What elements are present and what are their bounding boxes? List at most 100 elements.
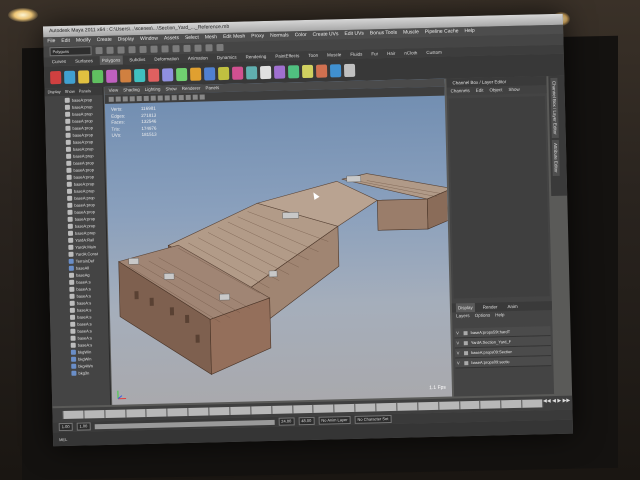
shelf-tab[interactable]: Muscle xyxy=(325,50,343,59)
shelf-tool-icon[interactable] xyxy=(273,65,286,79)
menu-item[interactable]: Window xyxy=(140,35,158,44)
layer-menu-item[interactable]: Layers xyxy=(456,312,470,320)
layer-name: YardA:Section_Yard_F xyxy=(470,339,512,346)
shelf-tab[interactable]: Custom xyxy=(424,48,444,57)
snap-point-icon[interactable] xyxy=(183,44,191,52)
shelf-tool-icon[interactable] xyxy=(301,64,314,78)
shelf-tool-icon[interactable] xyxy=(231,66,244,80)
menu-item[interactable]: Edit xyxy=(61,37,70,46)
outliner-menu-item[interactable]: Show xyxy=(65,88,75,96)
visibility-toggle[interactable]: V xyxy=(454,330,460,335)
menu-item[interactable]: Muscle xyxy=(403,28,419,37)
shelf-tool-icon[interactable] xyxy=(343,63,356,77)
outliner-item-label: baseA:s xyxy=(77,335,93,341)
range-inner-start-field[interactable]: 1.00 xyxy=(76,422,91,431)
character-set-selector[interactable]: No Character Set xyxy=(354,415,392,424)
outliner-item[interactable]: bkg3n xyxy=(51,369,109,377)
maya-window: Autodesk Maya 2011 x64 : C:\Users\...\sc… xyxy=(42,13,574,447)
new-scene-icon[interactable] xyxy=(95,46,103,55)
channel-box-menu-item[interactable]: Channels xyxy=(451,87,470,95)
menu-item[interactable]: Display xyxy=(118,35,135,44)
shelf-tab[interactable]: Fluids xyxy=(348,50,364,59)
anim-layer-selector[interactable]: No Anim Layer xyxy=(318,416,351,425)
layer-menu-item[interactable]: Help xyxy=(495,311,504,319)
range-end-field[interactable]: 48.00 xyxy=(298,416,315,426)
menu-set-selector[interactable]: Polygons xyxy=(49,46,92,57)
shelf-tab[interactable]: Toon xyxy=(306,51,320,60)
shelf-tool-icon[interactable] xyxy=(106,69,118,83)
render-settings-icon[interactable] xyxy=(216,44,224,52)
menu-item[interactable]: Normals xyxy=(270,31,289,40)
select-by-hierarchy-icon[interactable] xyxy=(128,46,136,54)
mesh-icon xyxy=(66,160,72,166)
outliner-item-label: baseA:prop xyxy=(71,104,93,110)
layer-menu-item[interactable]: Options xyxy=(475,312,491,320)
layer-tab[interactable]: Render xyxy=(481,302,500,311)
snap-curve-icon[interactable] xyxy=(172,45,180,53)
channel-box-menu-item[interactable]: Show xyxy=(508,86,519,94)
visibility-toggle[interactable]: V xyxy=(455,350,461,355)
outliner-menu-item[interactable]: Display xyxy=(47,88,60,96)
shelf-tool-icon[interactable] xyxy=(134,68,146,82)
fps-readout: 1.1 Fps xyxy=(429,384,446,392)
shelf-tool-icon[interactable] xyxy=(50,70,62,84)
menu-item[interactable]: Mesh xyxy=(205,33,217,42)
layer-color-swatch[interactable] xyxy=(463,330,468,335)
playback-controls[interactable]: ◀◀ ◀ ▶ ▶▶ xyxy=(543,398,570,405)
menu-item[interactable]: Assets xyxy=(164,34,179,43)
shelf-tool-icon[interactable] xyxy=(259,65,272,79)
channel-box-body[interactable] xyxy=(448,96,550,299)
shelf-tool-icon[interactable] xyxy=(175,67,188,81)
mesh-icon xyxy=(69,300,75,306)
ipr-render-icon[interactable] xyxy=(205,44,213,52)
shelf-tab[interactable]: Fur xyxy=(369,49,380,58)
shelf-tool-icon[interactable] xyxy=(161,67,174,82)
select-by-object-icon[interactable] xyxy=(139,45,147,54)
shelf-tool-icon[interactable] xyxy=(92,69,104,83)
outliner-menu-item[interactable]: Panels xyxy=(79,87,91,95)
open-scene-icon[interactable] xyxy=(106,46,114,54)
side-tab[interactable]: Channel Box / Layer Editor xyxy=(550,77,559,138)
shelf-tab[interactable]: Hair xyxy=(385,49,397,58)
mesh-icon xyxy=(66,188,73,194)
shelf-tool-icon[interactable] xyxy=(287,64,300,78)
layer-tab[interactable]: Display xyxy=(455,302,475,313)
side-tab[interactable]: Attribute Editor xyxy=(551,139,560,176)
channel-box-menu-item[interactable]: Edit xyxy=(476,87,484,95)
range-start-field[interactable]: 1.00 xyxy=(58,422,73,432)
perspective-viewport[interactable]: View Shading Lighting Show Renderer Panels Ve… xyxy=(104,78,453,405)
shelf-tool-icon[interactable] xyxy=(120,68,132,83)
shelf-tab[interactable]: Curves xyxy=(50,57,68,66)
shelf-tool-icon[interactable] xyxy=(78,69,90,84)
shelf-tool-icon[interactable] xyxy=(315,63,328,78)
range-inner-end-field[interactable]: 24.00 xyxy=(278,417,295,426)
shelf-tool-icon[interactable] xyxy=(217,66,230,80)
visibility-toggle[interactable]: V xyxy=(455,340,461,345)
visibility-toggle[interactable]: V xyxy=(455,360,461,365)
shelf-tab[interactable]: nCloth xyxy=(402,48,419,57)
layer-color-swatch[interactable] xyxy=(463,350,469,355)
layer-row[interactable]: VbaseA:props09:sectio xyxy=(455,356,552,369)
menu-item[interactable]: Select xyxy=(185,34,199,43)
menu-item[interactable]: Color xyxy=(295,31,307,40)
shelf-tool-icon[interactable] xyxy=(64,70,76,84)
layer-tab[interactable]: Anim xyxy=(505,302,519,311)
menu-item[interactable]: Help xyxy=(464,27,475,36)
layer-color-swatch[interactable] xyxy=(464,360,469,365)
snap-grid-icon[interactable] xyxy=(161,45,169,53)
shelf-tool-icon[interactable] xyxy=(189,67,202,81)
outliner-item-label: baseA:prop xyxy=(73,188,95,194)
layer-color-swatch[interactable] xyxy=(463,340,468,345)
select-by-component-icon[interactable] xyxy=(150,45,158,53)
channel-box-menu-item[interactable]: Object xyxy=(489,86,502,94)
shelf-tool-icon[interactable] xyxy=(148,68,160,82)
shelf-tool-icon[interactable] xyxy=(245,65,258,79)
menu-item[interactable]: Proxy xyxy=(251,32,264,41)
render-icon[interactable] xyxy=(194,44,202,52)
save-scene-icon[interactable] xyxy=(117,46,125,54)
menu-item[interactable]: Modify xyxy=(76,36,91,45)
shelf-tool-icon[interactable] xyxy=(329,63,342,77)
menu-item[interactable]: File xyxy=(47,37,55,46)
shelf-tool-icon[interactable] xyxy=(203,66,216,80)
menu-item[interactable]: Create xyxy=(97,36,112,45)
